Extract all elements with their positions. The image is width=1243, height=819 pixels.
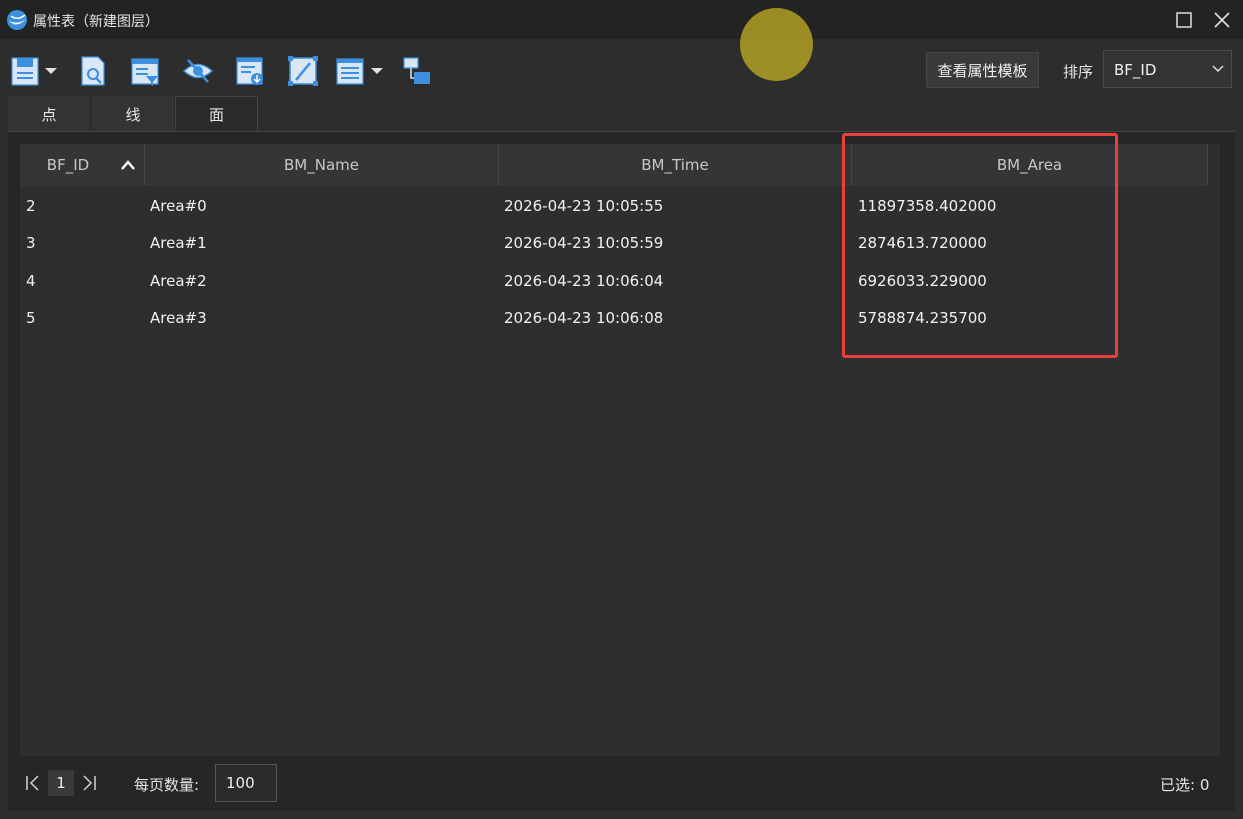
export-icon bbox=[236, 57, 263, 85]
selected-count: 已选: 0 bbox=[1160, 776, 1210, 794]
title-bar: 属性表（新建图层） bbox=[0, 0, 1243, 39]
maximize-icon[interactable] bbox=[1172, 8, 1196, 32]
preview-button[interactable] bbox=[76, 54, 110, 88]
layers-icon bbox=[403, 57, 430, 84]
column-header-label: BM_Name bbox=[284, 156, 359, 174]
attribute-table-window: 属性表（新建图层） 查看属性模板 排序 BF_ID 点 线 面 BF_ID BM… bbox=[0, 0, 1243, 819]
list-menu-button[interactable] bbox=[333, 54, 367, 88]
tab-point[interactable]: 点 bbox=[8, 96, 91, 132]
filter-icon bbox=[131, 58, 159, 86]
cell-bf-id: 3 bbox=[26, 233, 36, 252]
table-row[interactable]: 5 Area#3 2026-04-23 10:06:08 5788874.235… bbox=[20, 299, 1220, 336]
column-header-label: BF_ID bbox=[46, 156, 90, 174]
filter-button[interactable] bbox=[128, 54, 162, 88]
cell-bm-time: 2026-04-23 10:06:08 bbox=[504, 308, 664, 327]
cell-bm-name: Area#3 bbox=[150, 308, 207, 327]
cell-bm-time: 2026-04-23 10:05:59 bbox=[504, 233, 664, 252]
window-title: 属性表（新建图层） bbox=[33, 14, 159, 30]
column-header-bm-name[interactable]: BM_Name bbox=[145, 144, 499, 186]
cell-bf-id: 5 bbox=[26, 308, 36, 327]
cell-bm-area: 6926033.229000 bbox=[858, 271, 987, 290]
column-header-bm-area[interactable]: BM_Area bbox=[852, 144, 1208, 186]
cell-bm-area: 11897358.402000 bbox=[858, 196, 997, 215]
list-dropdown-arrow-icon[interactable] bbox=[370, 66, 384, 76]
tab-polygon[interactable]: 面 bbox=[175, 96, 258, 132]
table-header: BF_ID BM_Name BM_Time BM_Area bbox=[20, 144, 1208, 186]
last-page-icon[interactable] bbox=[80, 772, 98, 794]
cell-bm-name: Area#1 bbox=[150, 233, 207, 252]
sort-select-value: BF_ID bbox=[1114, 61, 1157, 79]
per-page-input[interactable] bbox=[215, 764, 277, 802]
first-page-icon[interactable] bbox=[24, 772, 42, 794]
column-header-bm-time[interactable]: BM_Time bbox=[499, 144, 852, 186]
layers-button[interactable] bbox=[400, 54, 434, 88]
cell-bm-area: 5788874.235700 bbox=[858, 308, 987, 327]
column-header-label: BM_Time bbox=[641, 156, 709, 174]
column-header-bf-id[interactable]: BF_ID bbox=[20, 144, 145, 186]
cell-bf-id: 2 bbox=[26, 196, 36, 215]
edit-icon bbox=[288, 56, 318, 86]
cell-bm-time: 2026-04-23 10:05:55 bbox=[504, 196, 664, 215]
tab-line[interactable]: 线 bbox=[92, 96, 175, 132]
edit-button[interactable] bbox=[286, 54, 320, 88]
export-button[interactable] bbox=[233, 54, 267, 88]
column-header-label: BM_Area bbox=[996, 156, 1063, 174]
table-row[interactable]: 4 Area#2 2026-04-23 10:06:04 6926033.229… bbox=[20, 262, 1220, 299]
view-attribute-template-button[interactable]: 查看属性模板 bbox=[926, 52, 1039, 88]
cell-bm-time: 2026-04-23 10:06:04 bbox=[504, 271, 664, 290]
preview-icon bbox=[81, 56, 105, 86]
current-page[interactable]: 1 bbox=[48, 770, 74, 796]
per-page-label: 每页数量: bbox=[134, 776, 200, 794]
cursor-highlight bbox=[740, 8, 813, 81]
save-button[interactable] bbox=[8, 54, 42, 88]
cell-bm-name: Area#2 bbox=[150, 271, 207, 290]
save-dropdown-arrow-icon[interactable] bbox=[44, 66, 58, 76]
cell-bf-id: 4 bbox=[26, 271, 36, 290]
toolbar: 查看属性模板 排序 BF_ID bbox=[0, 40, 1243, 96]
cell-bm-area: 2874613.720000 bbox=[858, 233, 987, 252]
cell-bm-name: Area#0 bbox=[150, 196, 207, 215]
table-row[interactable]: 2 Area#0 2026-04-23 10:05:55 11897358.40… bbox=[20, 187, 1220, 224]
sort-label: 排序 bbox=[1063, 63, 1094, 81]
table-row[interactable]: 3 Area#1 2026-04-23 10:05:59 2874613.720… bbox=[20, 224, 1220, 261]
list-menu-icon bbox=[336, 58, 364, 85]
chevron-down-icon bbox=[1212, 65, 1224, 73]
table-panel: BF_ID BM_Name BM_Time BM_Area 2 Area#0 2… bbox=[8, 131, 1235, 811]
sort-ascending-icon bbox=[121, 160, 135, 170]
save-icon bbox=[11, 57, 39, 86]
hide-button[interactable] bbox=[181, 54, 215, 88]
close-icon[interactable] bbox=[1210, 8, 1234, 32]
sort-select[interactable]: BF_ID bbox=[1103, 50, 1232, 88]
attribute-table: BF_ID BM_Name BM_Time BM_Area 2 Area#0 2… bbox=[20, 144, 1220, 756]
eye-hide-icon bbox=[182, 59, 214, 83]
app-logo-icon bbox=[7, 10, 27, 30]
